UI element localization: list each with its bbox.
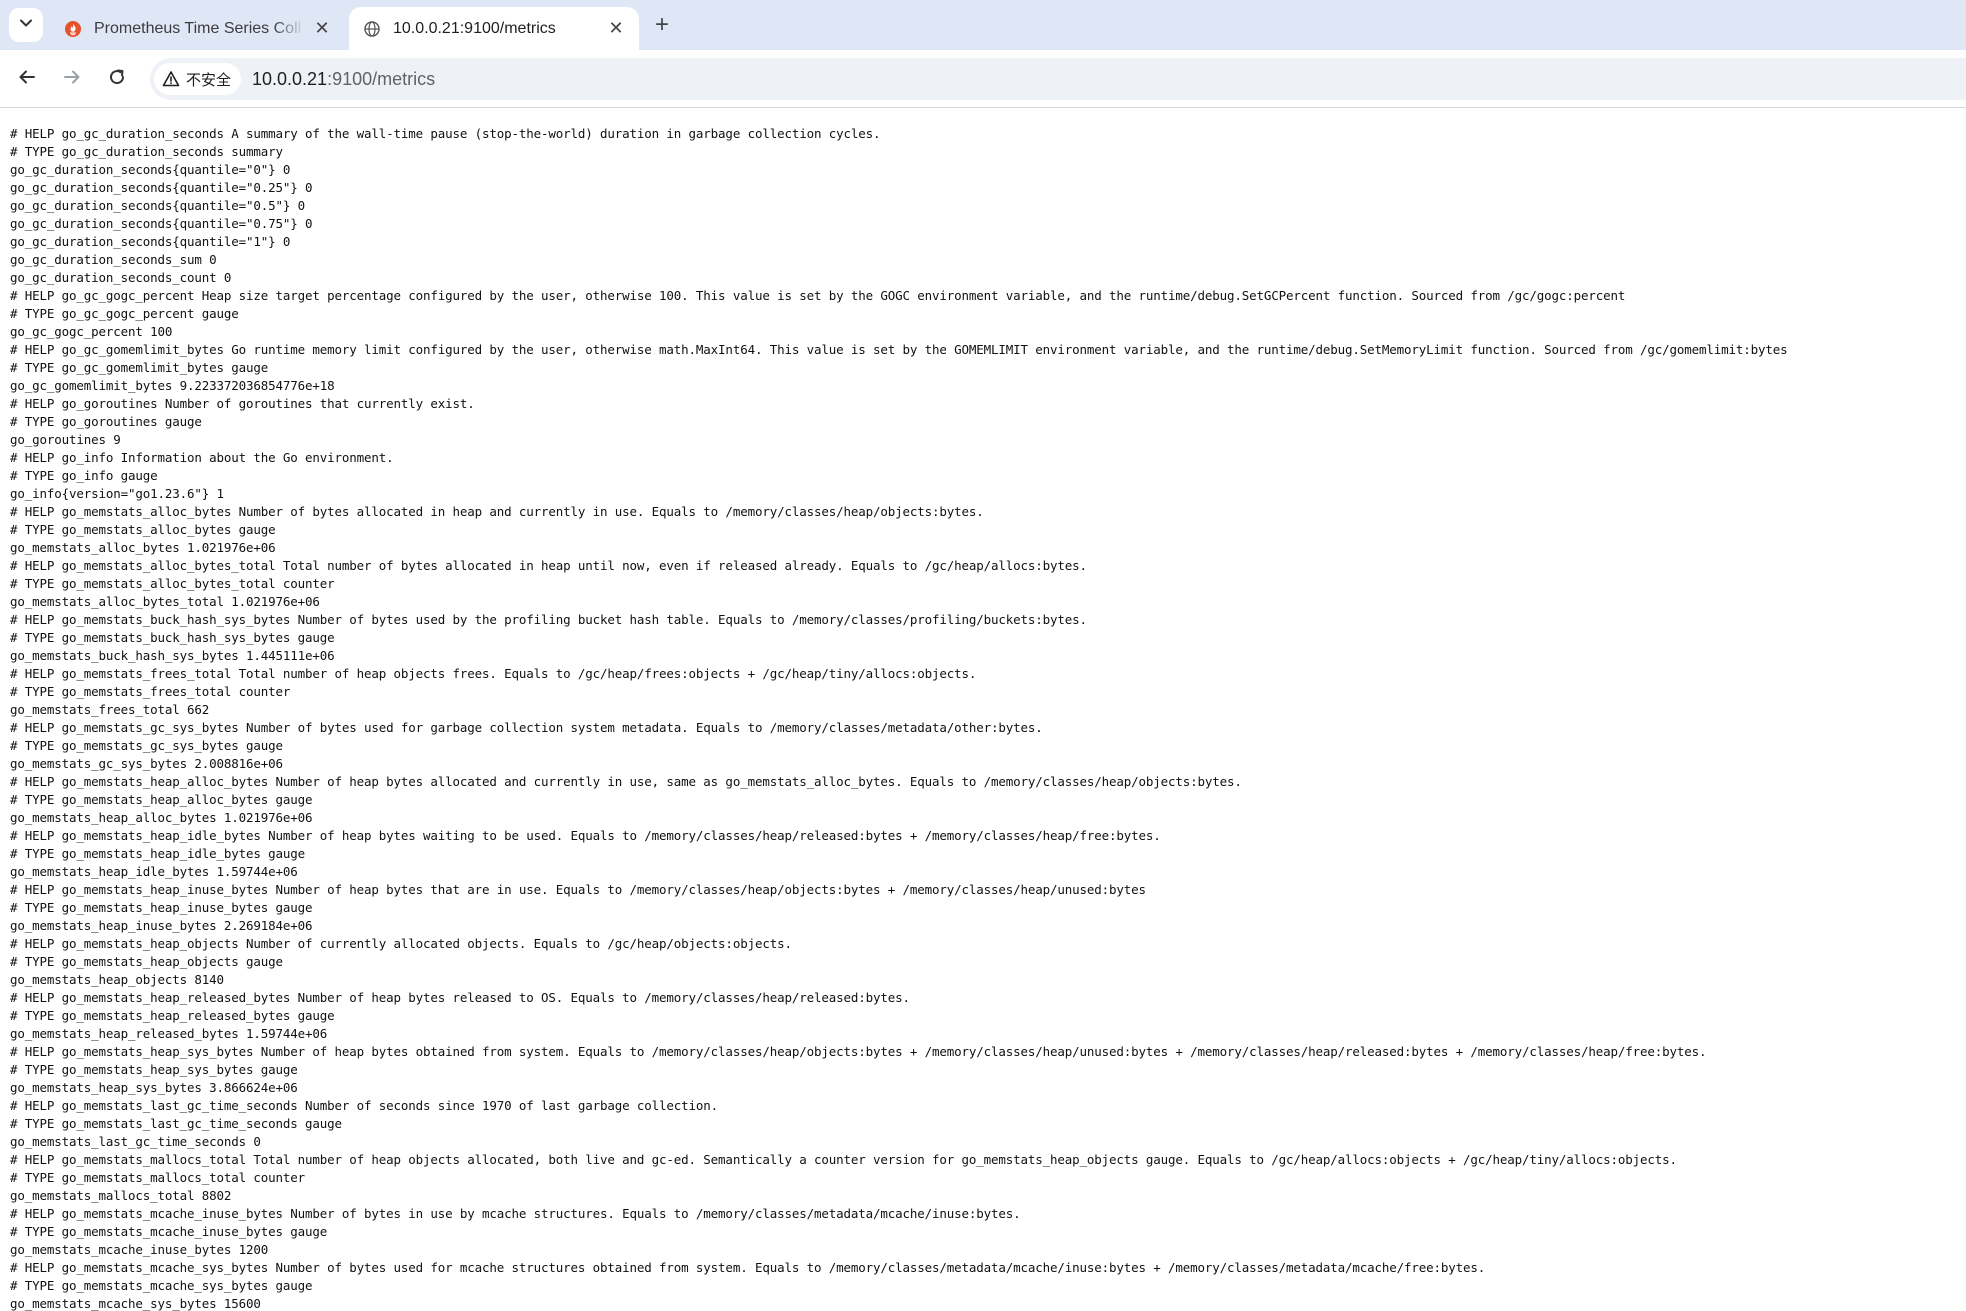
metrics-line: go_gc_duration_seconds{quantile="0.5"} 0	[10, 198, 306, 213]
metrics-line: # TYPE go_gc_gomemlimit_bytes gauge	[10, 360, 269, 375]
metrics-line: go_memstats_last_gc_time_seconds 0	[10, 1134, 261, 1149]
metrics-line: # HELP go_memstats_alloc_bytes Number of…	[10, 504, 984, 519]
metrics-line: # HELP go_memstats_alloc_bytes_total Tot…	[10, 558, 1087, 573]
metrics-line: go_memstats_heap_inuse_bytes 2.269184e+0…	[10, 918, 313, 933]
metrics-line: # TYPE go_memstats_mcache_sys_bytes gaug…	[10, 1278, 313, 1293]
metrics-line: # HELP go_memstats_heap_sys_bytes Number…	[10, 1044, 1707, 1059]
metrics-line: go_memstats_heap_released_bytes 1.59744e…	[10, 1026, 328, 1041]
metrics-line: # TYPE go_memstats_buck_hash_sys_bytes g…	[10, 630, 335, 645]
warning-triangle-icon	[162, 70, 180, 88]
metrics-line: go_memstats_buck_hash_sys_bytes 1.445111…	[10, 648, 335, 663]
globe-icon	[363, 20, 381, 38]
metrics-line: # TYPE go_memstats_alloc_bytes_total cou…	[10, 576, 335, 591]
metrics-line: go_memstats_heap_objects 8140	[10, 972, 224, 987]
metrics-text-body: # HELP go_gc_duration_seconds A summary …	[10, 125, 1960, 1311]
security-indicator[interactable]: 不安全	[154, 63, 242, 95]
tab-search-button[interactable]	[9, 8, 43, 42]
arrow-left-icon	[17, 67, 37, 92]
url-path: :9100/metrics	[327, 69, 436, 89]
new-tab-button[interactable]: +	[648, 11, 676, 39]
close-icon[interactable]: ✕	[311, 18, 333, 40]
metrics-line: # HELP go_info Information about the Go …	[10, 450, 394, 465]
metrics-line: go_memstats_heap_idle_bytes 1.59744e+06	[10, 864, 298, 879]
metrics-line: # HELP go_memstats_mallocs_total Total n…	[10, 1152, 1677, 1167]
forward-button[interactable]	[57, 64, 87, 94]
metrics-line: go_gc_gomemlimit_bytes 9.223372036854776…	[10, 378, 335, 393]
metrics-line: # HELP go_memstats_last_gc_time_seconds …	[10, 1098, 719, 1113]
metrics-line: # HELP go_gc_gogc_percent Heap size targ…	[10, 288, 1626, 303]
metrics-line: # HELP go_memstats_mcache_inuse_bytes Nu…	[10, 1206, 1021, 1221]
metrics-line: # TYPE go_memstats_alloc_bytes gauge	[10, 522, 276, 537]
metrics-line: # TYPE go_gc_duration_seconds summary	[10, 144, 283, 159]
metrics-line: # TYPE go_gc_gogc_percent gauge	[10, 306, 239, 321]
close-icon[interactable]: ✕	[605, 18, 627, 40]
metrics-line: # TYPE go_memstats_heap_alloc_bytes gaug…	[10, 792, 313, 807]
metrics-line: # HELP go_goroutines Number of goroutine…	[10, 396, 475, 411]
metrics-line: go_memstats_frees_total 662	[10, 702, 210, 717]
reload-icon	[107, 67, 127, 92]
url-text[interactable]: 10.0.0.21:9100/metrics	[252, 58, 435, 100]
metrics-line: # TYPE go_memstats_heap_inuse_bytes gaug…	[10, 900, 313, 915]
address-bar[interactable]: 不安全 10.0.0.21:9100/metrics	[150, 58, 1966, 100]
chevron-down-icon	[19, 16, 33, 35]
tab-title: 10.0.0.21:9100/metrics	[393, 19, 556, 37]
metrics-line: go_gc_duration_seconds{quantile="1"} 0	[10, 234, 291, 249]
metrics-line: # HELP go_memstats_heap_inuse_bytes Numb…	[10, 882, 1146, 897]
metrics-line: go_gc_duration_seconds_count 0	[10, 270, 232, 285]
metrics-line: go_memstats_mcache_inuse_bytes 1200	[10, 1242, 269, 1257]
metrics-line: go_memstats_gc_sys_bytes 2.008816e+06	[10, 756, 283, 771]
metrics-line: # HELP go_gc_gomemlimit_bytes Go runtime…	[10, 342, 1788, 357]
metrics-line: go_info{version="go1.23.6"} 1	[10, 486, 224, 501]
metrics-line: # HELP go_memstats_buck_hash_sys_bytes N…	[10, 612, 1087, 627]
metrics-line: # HELP go_memstats_heap_released_bytes N…	[10, 990, 910, 1005]
browser-toolbar: 不安全 10.0.0.21:9100/metrics	[0, 50, 1966, 108]
metrics-line: go_memstats_mcache_sys_bytes 15600	[10, 1296, 261, 1311]
metrics-line: # HELP go_memstats_gc_sys_bytes Number o…	[10, 720, 1043, 735]
metrics-line: # HELP go_memstats_heap_alloc_bytes Numb…	[10, 774, 1242, 789]
metrics-line: # TYPE go_memstats_last_gc_time_seconds …	[10, 1116, 342, 1131]
metrics-line: # TYPE go_memstats_heap_idle_bytes gauge	[10, 846, 306, 861]
tab-strip: Prometheus Time Series Coll ✕ 10.0.0.21:…	[0, 0, 1966, 50]
metrics-line: go_gc_duration_seconds_sum 0	[10, 252, 217, 267]
metrics-line: go_gc_duration_seconds{quantile="0"} 0	[10, 162, 291, 177]
metrics-line: go_memstats_mallocs_total 8802	[10, 1188, 232, 1203]
metrics-line: go_memstats_heap_sys_bytes 3.866624e+06	[10, 1080, 298, 1095]
metrics-line: # TYPE go_memstats_mallocs_total counter	[10, 1170, 306, 1185]
metrics-line: go_memstats_alloc_bytes 1.021976e+06	[10, 540, 276, 555]
prometheus-flame-icon	[64, 20, 82, 38]
back-button[interactable]	[12, 64, 42, 94]
metrics-line: go_gc_duration_seconds{quantile="0.75"} …	[10, 216, 313, 231]
tab-title: Prometheus Time Series Coll	[94, 19, 302, 37]
metrics-line: # HELP go_memstats_heap_idle_bytes Numbe…	[10, 828, 1161, 843]
metrics-line: # HELP go_memstats_mcache_sys_bytes Numb…	[10, 1260, 1486, 1275]
metrics-line: # TYPE go_memstats_gc_sys_bytes gauge	[10, 738, 283, 753]
metrics-line: # HELP go_gc_duration_seconds A summary …	[10, 126, 881, 141]
tab-prometheus[interactable]: Prometheus Time Series Coll ✕	[50, 7, 345, 50]
metrics-line: # TYPE go_memstats_heap_objects gauge	[10, 954, 283, 969]
metrics-line: # TYPE go_memstats_frees_total counter	[10, 684, 291, 699]
reload-button[interactable]	[102, 64, 132, 94]
metrics-line: go_goroutines 9	[10, 432, 121, 447]
metrics-line: go_memstats_alloc_bytes_total 1.021976e+…	[10, 594, 320, 609]
metrics-line: # HELP go_memstats_frees_total Total num…	[10, 666, 977, 681]
arrow-right-icon	[62, 67, 82, 92]
metrics-line: # TYPE go_goroutines gauge	[10, 414, 202, 429]
tab-metrics[interactable]: 10.0.0.21:9100/metrics ✕	[349, 7, 639, 50]
metrics-line: # TYPE go_memstats_heap_sys_bytes gauge	[10, 1062, 298, 1077]
metrics-line: go_memstats_heap_alloc_bytes 1.021976e+0…	[10, 810, 313, 825]
url-host: 10.0.0.21	[252, 69, 328, 89]
metrics-line: # TYPE go_memstats_mcache_inuse_bytes ga…	[10, 1224, 328, 1239]
metrics-line: # TYPE go_info gauge	[10, 468, 158, 483]
security-label: 不安全	[186, 71, 232, 89]
metrics-line: # HELP go_memstats_heap_objects Number o…	[10, 936, 792, 951]
metrics-line: go_gc_gogc_percent 100	[10, 324, 173, 339]
metrics-line: # TYPE go_memstats_heap_released_bytes g…	[10, 1008, 335, 1023]
metrics-line: go_gc_duration_seconds{quantile="0.25"} …	[10, 180, 313, 195]
